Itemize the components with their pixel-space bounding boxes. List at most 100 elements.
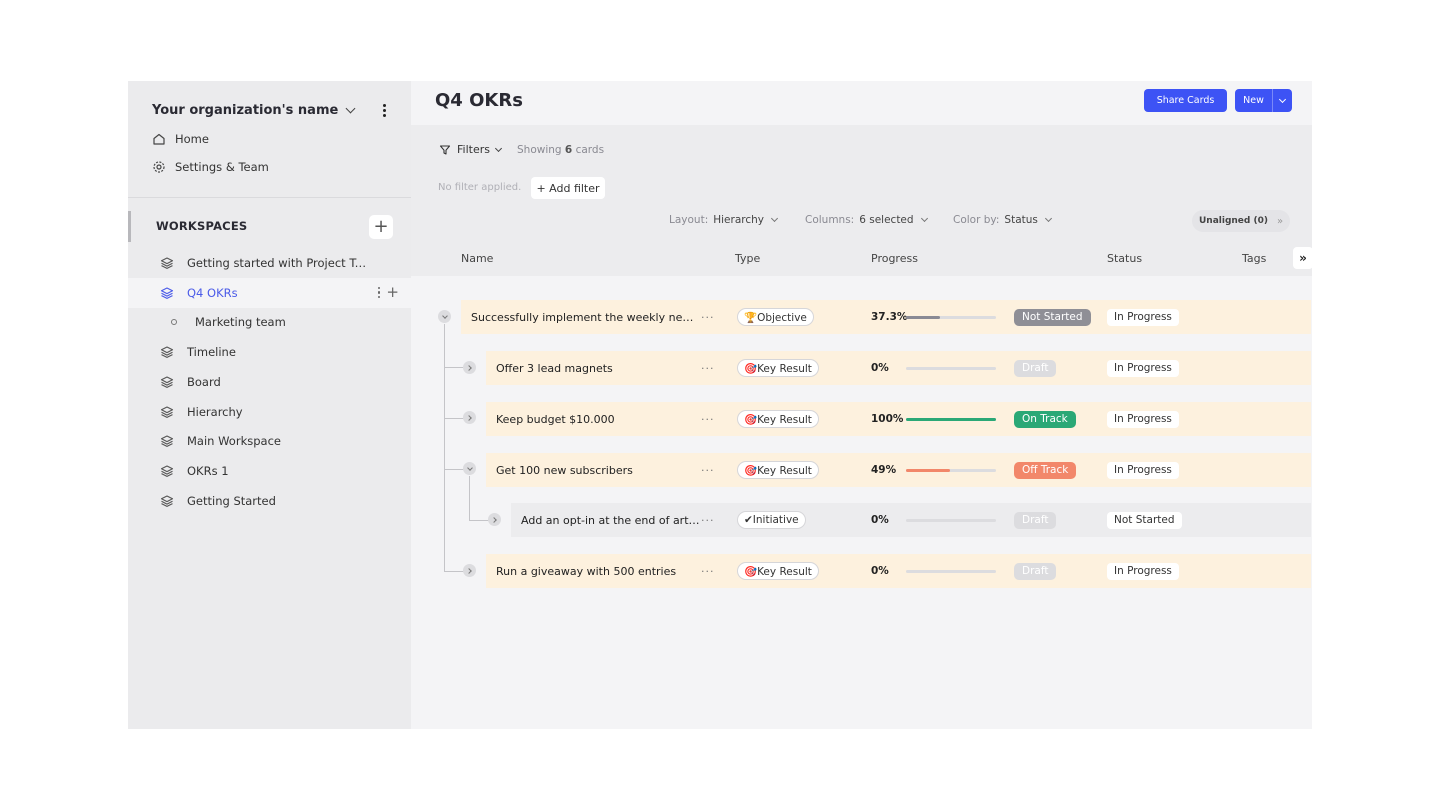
tree-line [444,418,464,419]
sidebar-item-label: Main Workspace [187,434,281,448]
row-menu-icon[interactable]: ··· [701,311,715,324]
row-menu-icon[interactable]: ··· [701,413,715,426]
tree-line [469,476,470,520]
add-sub-workspace-icon[interactable]: + [386,285,399,300]
status-badge[interactable]: On Track [1014,410,1076,428]
layout-select[interactable]: Layout: Hierarchy [669,214,779,226]
org-name: Your organization's name [152,102,339,118]
nav-settings[interactable]: Settings & Team [152,158,269,176]
gear-icon [153,161,165,173]
table-row[interactable]: Run a giveaway with 500 entries ··· 🎯Key… [486,554,1311,588]
sidebar-item-getting-started[interactable]: Getting Started [128,486,411,516]
status-badge[interactable]: Draft [1014,562,1057,580]
row-title: Keep budget $10.000 [496,412,615,426]
status-badge[interactable]: Draft [1014,359,1057,377]
page-title: Q4 OKRs [435,90,523,111]
progress-fill [906,315,940,319]
status-pill[interactable]: In Progress [1107,308,1179,326]
app-window: Your organization's name Home Settings &… [128,81,1312,729]
collapse-toggle-icon[interactable] [438,310,451,323]
status-badge[interactable]: Not Started [1014,308,1091,326]
row-menu-icon[interactable]: ··· [701,514,715,527]
workspaces-header: WORKSPACES [156,219,248,233]
expand-columns-button[interactable]: » [1293,247,1312,269]
share-cards-button[interactable]: Share Cards [1144,89,1227,112]
org-menu-icon[interactable] [376,102,392,118]
progress-percent: 0% [871,565,889,577]
status-pill[interactable]: In Progress [1107,461,1179,479]
table-row[interactable]: Offer 3 lead magnets ··· 🎯Key Result 0% … [486,351,1311,385]
row-menu-icon[interactable]: ··· [701,362,715,375]
sidebar-item-board[interactable]: Board [128,367,411,397]
status-pill[interactable]: Not Started [1107,511,1182,529]
nav-home-label: Home [175,132,209,146]
sidebar-item-q4-okrs[interactable]: Q4 OKRs + [128,278,411,308]
sidebar-item-timeline[interactable]: Timeline [128,337,411,367]
layers-icon [160,257,174,269]
sidebar-item-label: Q4 OKRs [187,286,238,300]
sidebar-item-hierarchy[interactable]: Hierarchy [128,397,411,427]
nav-home[interactable]: Home [152,130,209,148]
progress-bar [906,518,996,522]
new-button[interactable]: New [1235,89,1292,112]
color-by-select[interactable]: Color by: Status [953,214,1052,226]
column-header-progress[interactable]: Progress [871,252,918,265]
expand-toggle-icon[interactable] [488,513,501,526]
add-workspace-button[interactable]: + [369,215,393,239]
status-pill[interactable]: In Progress [1107,410,1179,428]
expand-toggle-icon[interactable] [463,411,476,424]
status-badge[interactable]: Draft [1014,511,1057,529]
table-header: Name Type Progress Status Tags [411,242,1312,276]
add-filter-button[interactable]: + Add filter [531,177,605,199]
column-header-status[interactable]: Status [1107,252,1142,265]
progress-percent: 0% [871,362,889,374]
status-pill[interactable]: In Progress [1107,359,1179,377]
new-dropdown-chevron-icon[interactable] [1273,95,1292,103]
workspace-menu-icon[interactable] [377,286,381,299]
layers-icon [160,465,174,477]
type-pill: 🏆Objective [737,308,814,326]
sidebar-item-main-workspace[interactable]: Main Workspace [128,426,411,456]
status-pill[interactable]: In Progress [1107,562,1179,580]
showing-count: Showing 6 cards [517,144,605,156]
table-row[interactable]: Add an opt-in at the end of artic... ···… [511,503,1311,537]
expand-toggle-icon[interactable] [463,564,476,577]
sidebar-item-marketing-team[interactable]: Marketing team [128,307,411,337]
row-menu-icon[interactable]: ··· [701,565,715,578]
tree-line [444,571,464,572]
collapse-toggle-icon[interactable] [463,462,476,475]
sidebar-item-okrs-1[interactable]: OKRs 1 [128,456,411,486]
row-menu-icon[interactable]: ··· [701,464,715,477]
column-header-name[interactable]: Name [461,252,493,265]
layers-icon [160,287,174,299]
table-row[interactable]: Successfully implement the weekly newsle… [461,300,1311,334]
no-filter-text: No filter applied. [438,182,522,193]
layers-icon [160,406,174,418]
column-header-type[interactable]: Type [735,252,760,265]
sidebar-item-label: Hierarchy [187,405,243,419]
columns-select[interactable]: Columns: 6 selected [805,214,928,226]
sidebar-item-label: OKRs 1 [187,464,229,478]
circle-icon [171,319,177,325]
status-badge[interactable]: Off Track [1014,461,1077,479]
table-row[interactable]: Keep budget $10.000 ··· 🎯Key Result 100%… [486,402,1311,436]
unaligned-button[interactable]: Unaligned (0)» [1192,210,1290,232]
sidebar-item-getting-started-project[interactable]: Getting started with Project Trac... [128,248,411,278]
filters-button[interactable]: Filters [439,143,503,156]
table-row[interactable]: Get 100 new subscribers ··· 🎯Key Result … [486,453,1311,487]
row-title: Successfully implement the weekly newsle… [471,310,701,324]
type-pill: 🎯Key Result [737,461,819,479]
sidebar-item-label: Marketing team [195,315,286,329]
tree-line [444,324,445,572]
layers-icon [160,495,174,507]
org-switcher[interactable]: Your organization's name [152,100,392,120]
type-pill: 🎯Key Result [737,359,819,377]
sidebar-item-label: Board [187,375,221,389]
progress-percent: 0% [871,514,889,526]
workspaces-accent [128,211,131,242]
expand-toggle-icon[interactable] [463,361,476,374]
header-bar: Q4 OKRs Share Cards New [411,81,1312,125]
chevron-down-icon [494,144,503,152]
row-title: Get 100 new subscribers [496,463,633,477]
column-header-tags[interactable]: Tags [1242,252,1266,265]
